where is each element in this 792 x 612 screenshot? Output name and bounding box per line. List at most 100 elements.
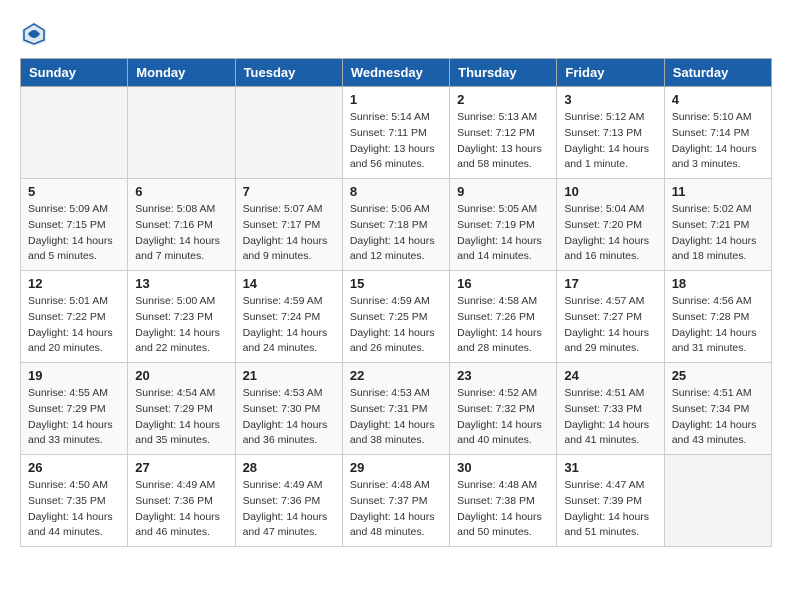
day-number: 29 (350, 460, 442, 475)
calendar-cell: 7 Sunrise: 5:07 AMSunset: 7:17 PMDaylight… (235, 179, 342, 271)
day-number: 12 (28, 276, 120, 291)
calendar-cell: 11Sunrise: 5:02 AMSunset: 7:21 PMDayligh… (664, 179, 771, 271)
day-number: 17 (564, 276, 656, 291)
day-info: Sunrise: 4:48 AMSunset: 7:38 PMDaylight:… (457, 478, 549, 541)
day-number: 31 (564, 460, 656, 475)
calendar-cell: 6 Sunrise: 5:08 AMSunset: 7:16 PMDaylight… (128, 179, 235, 271)
day-info: Sunrise: 4:57 AMSunset: 7:27 PMDaylight:… (564, 294, 656, 357)
day-info: Sunrise: 4:51 AMSunset: 7:34 PMDaylight:… (672, 386, 764, 449)
weekday-header: Sunday (21, 59, 128, 87)
calendar-cell: 22 Sunrise: 4:53 AMSunset: 7:31 PMDayligh… (342, 363, 449, 455)
day-info: Sunrise: 4:49 AMSunset: 7:36 PMDaylight:… (135, 478, 227, 541)
weekday-header: Monday (128, 59, 235, 87)
calendar-cell: 3 Sunrise: 5:12 AMSunset: 7:13 PMDaylight… (557, 87, 664, 179)
day-number: 13 (135, 276, 227, 291)
day-number: 21 (243, 368, 335, 383)
day-number: 7 (243, 184, 335, 199)
day-info: Sunrise: 5:08 AMSunset: 7:16 PMDaylight:… (135, 202, 227, 265)
weekday-header: Friday (557, 59, 664, 87)
day-number: 23 (457, 368, 549, 383)
calendar-cell: 24Sunrise: 4:51 AMSunset: 7:33 PMDayligh… (557, 363, 664, 455)
calendar-table: SundayMondayTuesdayWednesdayThursdayFrid… (20, 58, 772, 547)
day-number: 10 (564, 184, 656, 199)
day-info: Sunrise: 4:52 AMSunset: 7:32 PMDaylight:… (457, 386, 549, 449)
day-info: Sunrise: 4:59 AMSunset: 7:24 PMDaylight:… (243, 294, 335, 357)
calendar-week-row: 1Sunrise: 5:14 AMSunset: 7:11 PMDaylight… (21, 87, 772, 179)
weekday-header: Saturday (664, 59, 771, 87)
calendar-cell: 4 Sunrise: 5:10 AMSunset: 7:14 PMDaylight… (664, 87, 771, 179)
day-number: 24 (564, 368, 656, 383)
day-number: 2 (457, 92, 549, 107)
day-info: Sunrise: 4:54 AMSunset: 7:29 PMDaylight:… (135, 386, 227, 449)
day-info: Sunrise: 4:49 AMSunset: 7:36 PMDaylight:… (243, 478, 335, 541)
calendar-cell: 18 Sunrise: 4:56 AMSunset: 7:28 PMDayligh… (664, 271, 771, 363)
day-number: 27 (135, 460, 227, 475)
day-number: 22 (350, 368, 442, 383)
day-number: 20 (135, 368, 227, 383)
calendar-cell (21, 87, 128, 179)
calendar-cell: 5 Sunrise: 5:09 AMSunset: 7:15 PMDaylight… (21, 179, 128, 271)
calendar-cell: 17 Sunrise: 4:57 AMSunset: 7:27 PMDayligh… (557, 271, 664, 363)
calendar-cell: 13 Sunrise: 5:00 AMSunset: 7:23 PMDayligh… (128, 271, 235, 363)
calendar-cell: 15Sunrise: 4:59 AMSunset: 7:25 PMDayligh… (342, 271, 449, 363)
calendar-cell: 25Sunrise: 4:51 AMSunset: 7:34 PMDayligh… (664, 363, 771, 455)
day-number: 4 (672, 92, 764, 107)
calendar-cell: 12 Sunrise: 5:01 AMSunset: 7:22 PMDayligh… (21, 271, 128, 363)
day-info: Sunrise: 5:10 AMSunset: 7:14 PMDaylight:… (672, 110, 764, 173)
calendar-cell: 8 Sunrise: 5:06 AMSunset: 7:18 PMDaylight… (342, 179, 449, 271)
day-number: 26 (28, 460, 120, 475)
calendar-cell: 21 Sunrise: 4:53 AMSunset: 7:30 PMDayligh… (235, 363, 342, 455)
day-info: Sunrise: 4:53 AMSunset: 7:30 PMDaylight:… (243, 386, 335, 449)
day-info: Sunrise: 5:01 AMSunset: 7:22 PMDaylight:… (28, 294, 120, 357)
calendar-cell: 31 Sunrise: 4:47 AMSunset: 7:39 PMDayligh… (557, 455, 664, 547)
calendar-week-row: 26Sunrise: 4:50 AMSunset: 7:35 PMDayligh… (21, 455, 772, 547)
calendar-cell: 27 Sunrise: 4:49 AMSunset: 7:36 PMDayligh… (128, 455, 235, 547)
day-number: 19 (28, 368, 120, 383)
day-info: Sunrise: 4:56 AMSunset: 7:28 PMDaylight:… (672, 294, 764, 357)
day-info: Sunrise: 4:48 AMSunset: 7:37 PMDaylight:… (350, 478, 442, 541)
calendar-cell: 26Sunrise: 4:50 AMSunset: 7:35 PMDayligh… (21, 455, 128, 547)
calendar-cell (235, 87, 342, 179)
calendar-cell: 16 Sunrise: 4:58 AMSunset: 7:26 PMDayligh… (450, 271, 557, 363)
day-info: Sunrise: 5:07 AMSunset: 7:17 PMDaylight:… (243, 202, 335, 265)
calendar-cell (664, 455, 771, 547)
header (20, 20, 772, 48)
weekday-header: Tuesday (235, 59, 342, 87)
logo (20, 20, 52, 48)
calendar-cell: 1Sunrise: 5:14 AMSunset: 7:11 PMDaylight… (342, 87, 449, 179)
weekday-header: Wednesday (342, 59, 449, 87)
calendar-week-row: 12 Sunrise: 5:01 AMSunset: 7:22 PMDayligh… (21, 271, 772, 363)
day-number: 30 (457, 460, 549, 475)
calendar-week-row: 5 Sunrise: 5:09 AMSunset: 7:15 PMDaylight… (21, 179, 772, 271)
day-number: 5 (28, 184, 120, 199)
day-info: Sunrise: 5:04 AMSunset: 7:20 PMDaylight:… (564, 202, 656, 265)
calendar-header-row: SundayMondayTuesdayWednesdayThursdayFrid… (21, 59, 772, 87)
calendar-cell: 9 Sunrise: 5:05 AMSunset: 7:19 PMDaylight… (450, 179, 557, 271)
day-info: Sunrise: 5:12 AMSunset: 7:13 PMDaylight:… (564, 110, 656, 173)
day-number: 11 (672, 184, 764, 199)
calendar-cell: 28 Sunrise: 4:49 AMSunset: 7:36 PMDayligh… (235, 455, 342, 547)
calendar-cell: 10 Sunrise: 5:04 AMSunset: 7:20 PMDayligh… (557, 179, 664, 271)
logo-icon (20, 20, 48, 48)
calendar-cell: 30 Sunrise: 4:48 AMSunset: 7:38 PMDayligh… (450, 455, 557, 547)
day-info: Sunrise: 4:58 AMSunset: 7:26 PMDaylight:… (457, 294, 549, 357)
day-info: Sunrise: 5:06 AMSunset: 7:18 PMDaylight:… (350, 202, 442, 265)
calendar-cell: 14 Sunrise: 4:59 AMSunset: 7:24 PMDayligh… (235, 271, 342, 363)
calendar-cell: 2 Sunrise: 5:13 AMSunset: 7:12 PMDaylight… (450, 87, 557, 179)
day-number: 18 (672, 276, 764, 291)
day-number: 14 (243, 276, 335, 291)
day-number: 16 (457, 276, 549, 291)
calendar-cell (128, 87, 235, 179)
day-number: 3 (564, 92, 656, 107)
calendar-cell: 29 Sunrise: 4:48 AMSunset: 7:37 PMDayligh… (342, 455, 449, 547)
day-info: Sunrise: 5:00 AMSunset: 7:23 PMDaylight:… (135, 294, 227, 357)
day-number: 8 (350, 184, 442, 199)
day-info: Sunrise: 4:47 AMSunset: 7:39 PMDaylight:… (564, 478, 656, 541)
day-info: Sunrise: 4:53 AMSunset: 7:31 PMDaylight:… (350, 386, 442, 449)
day-number: 28 (243, 460, 335, 475)
day-number: 6 (135, 184, 227, 199)
day-info: Sunrise: 5:09 AMSunset: 7:15 PMDaylight:… (28, 202, 120, 265)
day-number: 9 (457, 184, 549, 199)
day-info: Sunrise: 5:13 AMSunset: 7:12 PMDaylight:… (457, 110, 549, 173)
day-info: Sunrise: 5:05 AMSunset: 7:19 PMDaylight:… (457, 202, 549, 265)
